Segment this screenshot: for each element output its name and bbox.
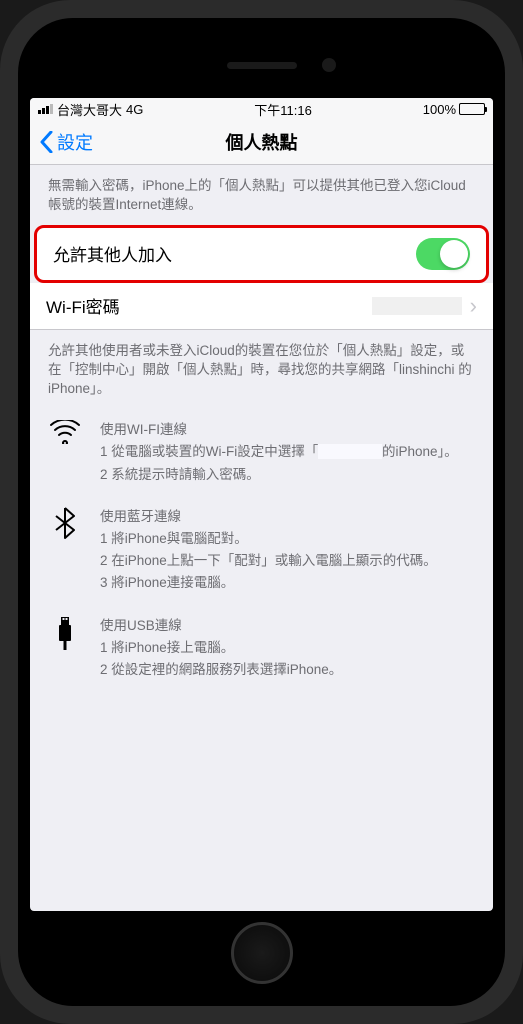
speaker [227, 62, 297, 69]
intro-text: 無需輸入密碼，iPhone上的「個人熱點」可以提供其他已登入您iCloud帳號的… [30, 165, 493, 225]
bluetooth-step-3: 3 將iPhone連接電腦。 [100, 573, 475, 593]
usb-step-2: 2 從設定裡的網路服務列表選擇iPhone。 [100, 660, 475, 680]
screen: 台灣大哥大 4G 下午11:16 100% 設定 個人熱點 無需輸入密碼，iPh… [30, 98, 493, 911]
navigation-bar: 設定 個人熱點 [30, 120, 493, 165]
usb-instructions: 使用USB連線 1 將iPhone接上電腦。 2 從設定裡的網路服務列表選擇iP… [30, 604, 493, 691]
bluetooth-instructions: 使用藍牙連線 1 將iPhone與電腦配對。 2 在iPhone上點一下「配對」… [30, 495, 493, 604]
clock: 下午11:16 [254, 100, 312, 119]
front-camera [322, 58, 336, 72]
wifi-step-1: 1 從電腦或裝置的Wi-Fi設定中選擇「 的iPhone」。 [100, 442, 475, 462]
wifi-instructions: 使用WI-FI連線 1 從電腦或裝置的Wi-Fi設定中選擇「 的iPhone」。… [30, 408, 493, 495]
usb-icon [48, 614, 82, 683]
battery-icon [459, 103, 485, 115]
chevron-right-icon: › [470, 293, 477, 319]
toggle-knob [440, 240, 468, 268]
usb-step-1: 1 將iPhone接上電腦。 [100, 638, 475, 658]
highlighted-row: 允許其他人加入 [34, 225, 489, 283]
wifi-icon [48, 418, 82, 487]
allow-others-row[interactable]: 允許其他人加入 [37, 228, 486, 280]
battery-percent: 100% [423, 102, 456, 117]
content: 無需輸入密碼，iPhone上的「個人熱點」可以提供其他已登入您iCloud帳號的… [30, 165, 493, 690]
wifi-password-row[interactable]: Wi-Fi密碼 › [30, 283, 493, 329]
wifi-section-title: 使用WI-FI連線 [100, 418, 475, 438]
bluetooth-icon [48, 505, 82, 596]
usb-section-title: 使用USB連線 [100, 614, 475, 634]
bluetooth-section-title: 使用藍牙連線 [100, 505, 475, 525]
allow-others-label: 允許其他人加入 [53, 241, 172, 266]
signal-icon [38, 104, 53, 114]
allow-others-toggle[interactable] [416, 238, 470, 270]
phone-frame: 台灣大哥大 4G 下午11:16 100% 設定 個人熱點 無需輸入密碼，iPh… [0, 0, 523, 1024]
wifi-step-2: 2 系統提示時請輸入密碼。 [100, 465, 475, 485]
bluetooth-step-1: 1 將iPhone與電腦配對。 [100, 529, 475, 549]
allow-others-description: 允許其他使用者或未登入iCloud的裝置在您位於「個人熱點」設定，或在「控制中心… [30, 330, 493, 409]
carrier-label: 台灣大哥大 [57, 100, 122, 119]
wifi-password-label: Wi-Fi密碼 [46, 293, 120, 318]
network-label: 4G [126, 102, 143, 117]
status-bar: 台灣大哥大 4G 下午11:16 100% [30, 98, 493, 120]
page-title: 個人熱點 [226, 129, 298, 155]
back-button[interactable]: 設定 [40, 129, 93, 155]
phone-bezel: 台灣大哥大 4G 下午11:16 100% 設定 個人熱點 無需輸入密碼，iPh… [18, 18, 505, 1006]
chevron-left-icon [40, 131, 53, 153]
wifi-password-value [372, 297, 462, 315]
back-label: 設定 [57, 129, 93, 155]
home-button[interactable] [231, 922, 293, 984]
bluetooth-step-2: 2 在iPhone上點一下「配對」或輸入電腦上顯示的代碼。 [100, 551, 475, 571]
